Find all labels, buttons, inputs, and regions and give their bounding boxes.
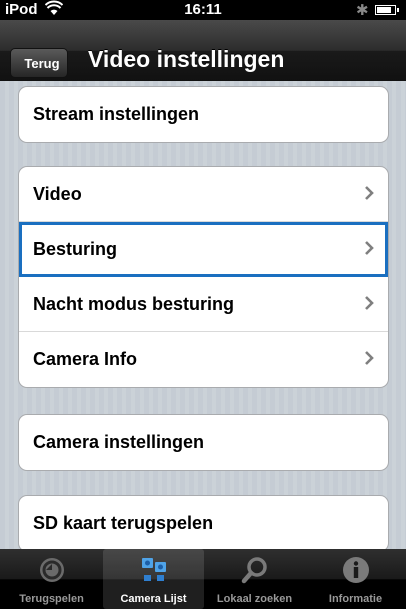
tab-terugspelen[interactable]: Terugspelen xyxy=(1,549,102,609)
row-label: SD kaart terugspelen xyxy=(33,513,214,533)
video-group: Video Besturing Nacht modus besturing Ca… xyxy=(18,166,389,388)
settings-list[interactable]: Stream instellingen Video Besturing Nach… xyxy=(0,81,406,549)
row-stream-instellingen[interactable]: Stream instellingen xyxy=(19,87,388,142)
battery-icon xyxy=(375,5,399,15)
row-label: Besturing xyxy=(33,238,118,259)
navigation-bar: Terug Video instellingen xyxy=(0,20,406,82)
chevron-right-icon xyxy=(365,186,374,200)
row-besturing[interactable]: Besturing xyxy=(19,222,388,277)
row-nacht-modus-besturing[interactable]: Nacht modus besturing xyxy=(19,277,388,332)
tab-label: Informatie xyxy=(328,593,383,605)
status-bar: iPod 16:11 ✱ xyxy=(0,0,406,20)
row-video[interactable]: Video xyxy=(19,167,388,222)
tab-bar: Terugspelen Camera Lijst Lokaal zoeken I… xyxy=(0,549,406,609)
bluetooth-icon: ✱ xyxy=(356,2,369,19)
back-button-label: Terug xyxy=(24,55,60,71)
tab-label: Lokaal zoeken xyxy=(216,593,293,605)
chevron-right-icon xyxy=(365,351,374,365)
row-label: Camera Info xyxy=(33,349,138,369)
row-label: Nacht modus besturing xyxy=(33,293,235,314)
tab-camera-lijst[interactable]: Camera Lijst xyxy=(103,549,204,609)
sd-group: SD kaart terugspelen xyxy=(18,495,389,549)
info-icon xyxy=(343,557,369,583)
row-camera-info[interactable]: Camera Info xyxy=(19,332,388,387)
tab-lokaal-zoeken[interactable]: Lokaal zoeken xyxy=(204,549,305,609)
row-label: Camera instellingen xyxy=(33,432,205,452)
stream-group: Stream instellingen xyxy=(18,86,389,143)
row-label: Stream instellingen xyxy=(33,104,200,124)
chevron-right-icon xyxy=(365,296,374,310)
camera-list-icon xyxy=(142,558,166,581)
page-title: Video instellingen xyxy=(88,46,285,72)
row-camera-instellingen[interactable]: Camera instellingen xyxy=(19,415,388,470)
tab-label: Terugspelen xyxy=(19,593,84,605)
status-time: 16:11 xyxy=(184,1,222,18)
playback-icon xyxy=(40,558,64,582)
row-sd-kaart-terugspelen[interactable]: SD kaart terugspelen xyxy=(19,496,388,549)
tab-informatie[interactable]: Informatie xyxy=(305,549,406,609)
camera-settings-group: Camera instellingen xyxy=(18,414,389,471)
back-button[interactable]: Terug xyxy=(10,48,68,78)
chevron-right-icon xyxy=(365,241,374,255)
search-icon xyxy=(241,557,267,584)
tab-label: Camera Lijst xyxy=(120,593,187,605)
row-label: Video xyxy=(33,183,82,204)
